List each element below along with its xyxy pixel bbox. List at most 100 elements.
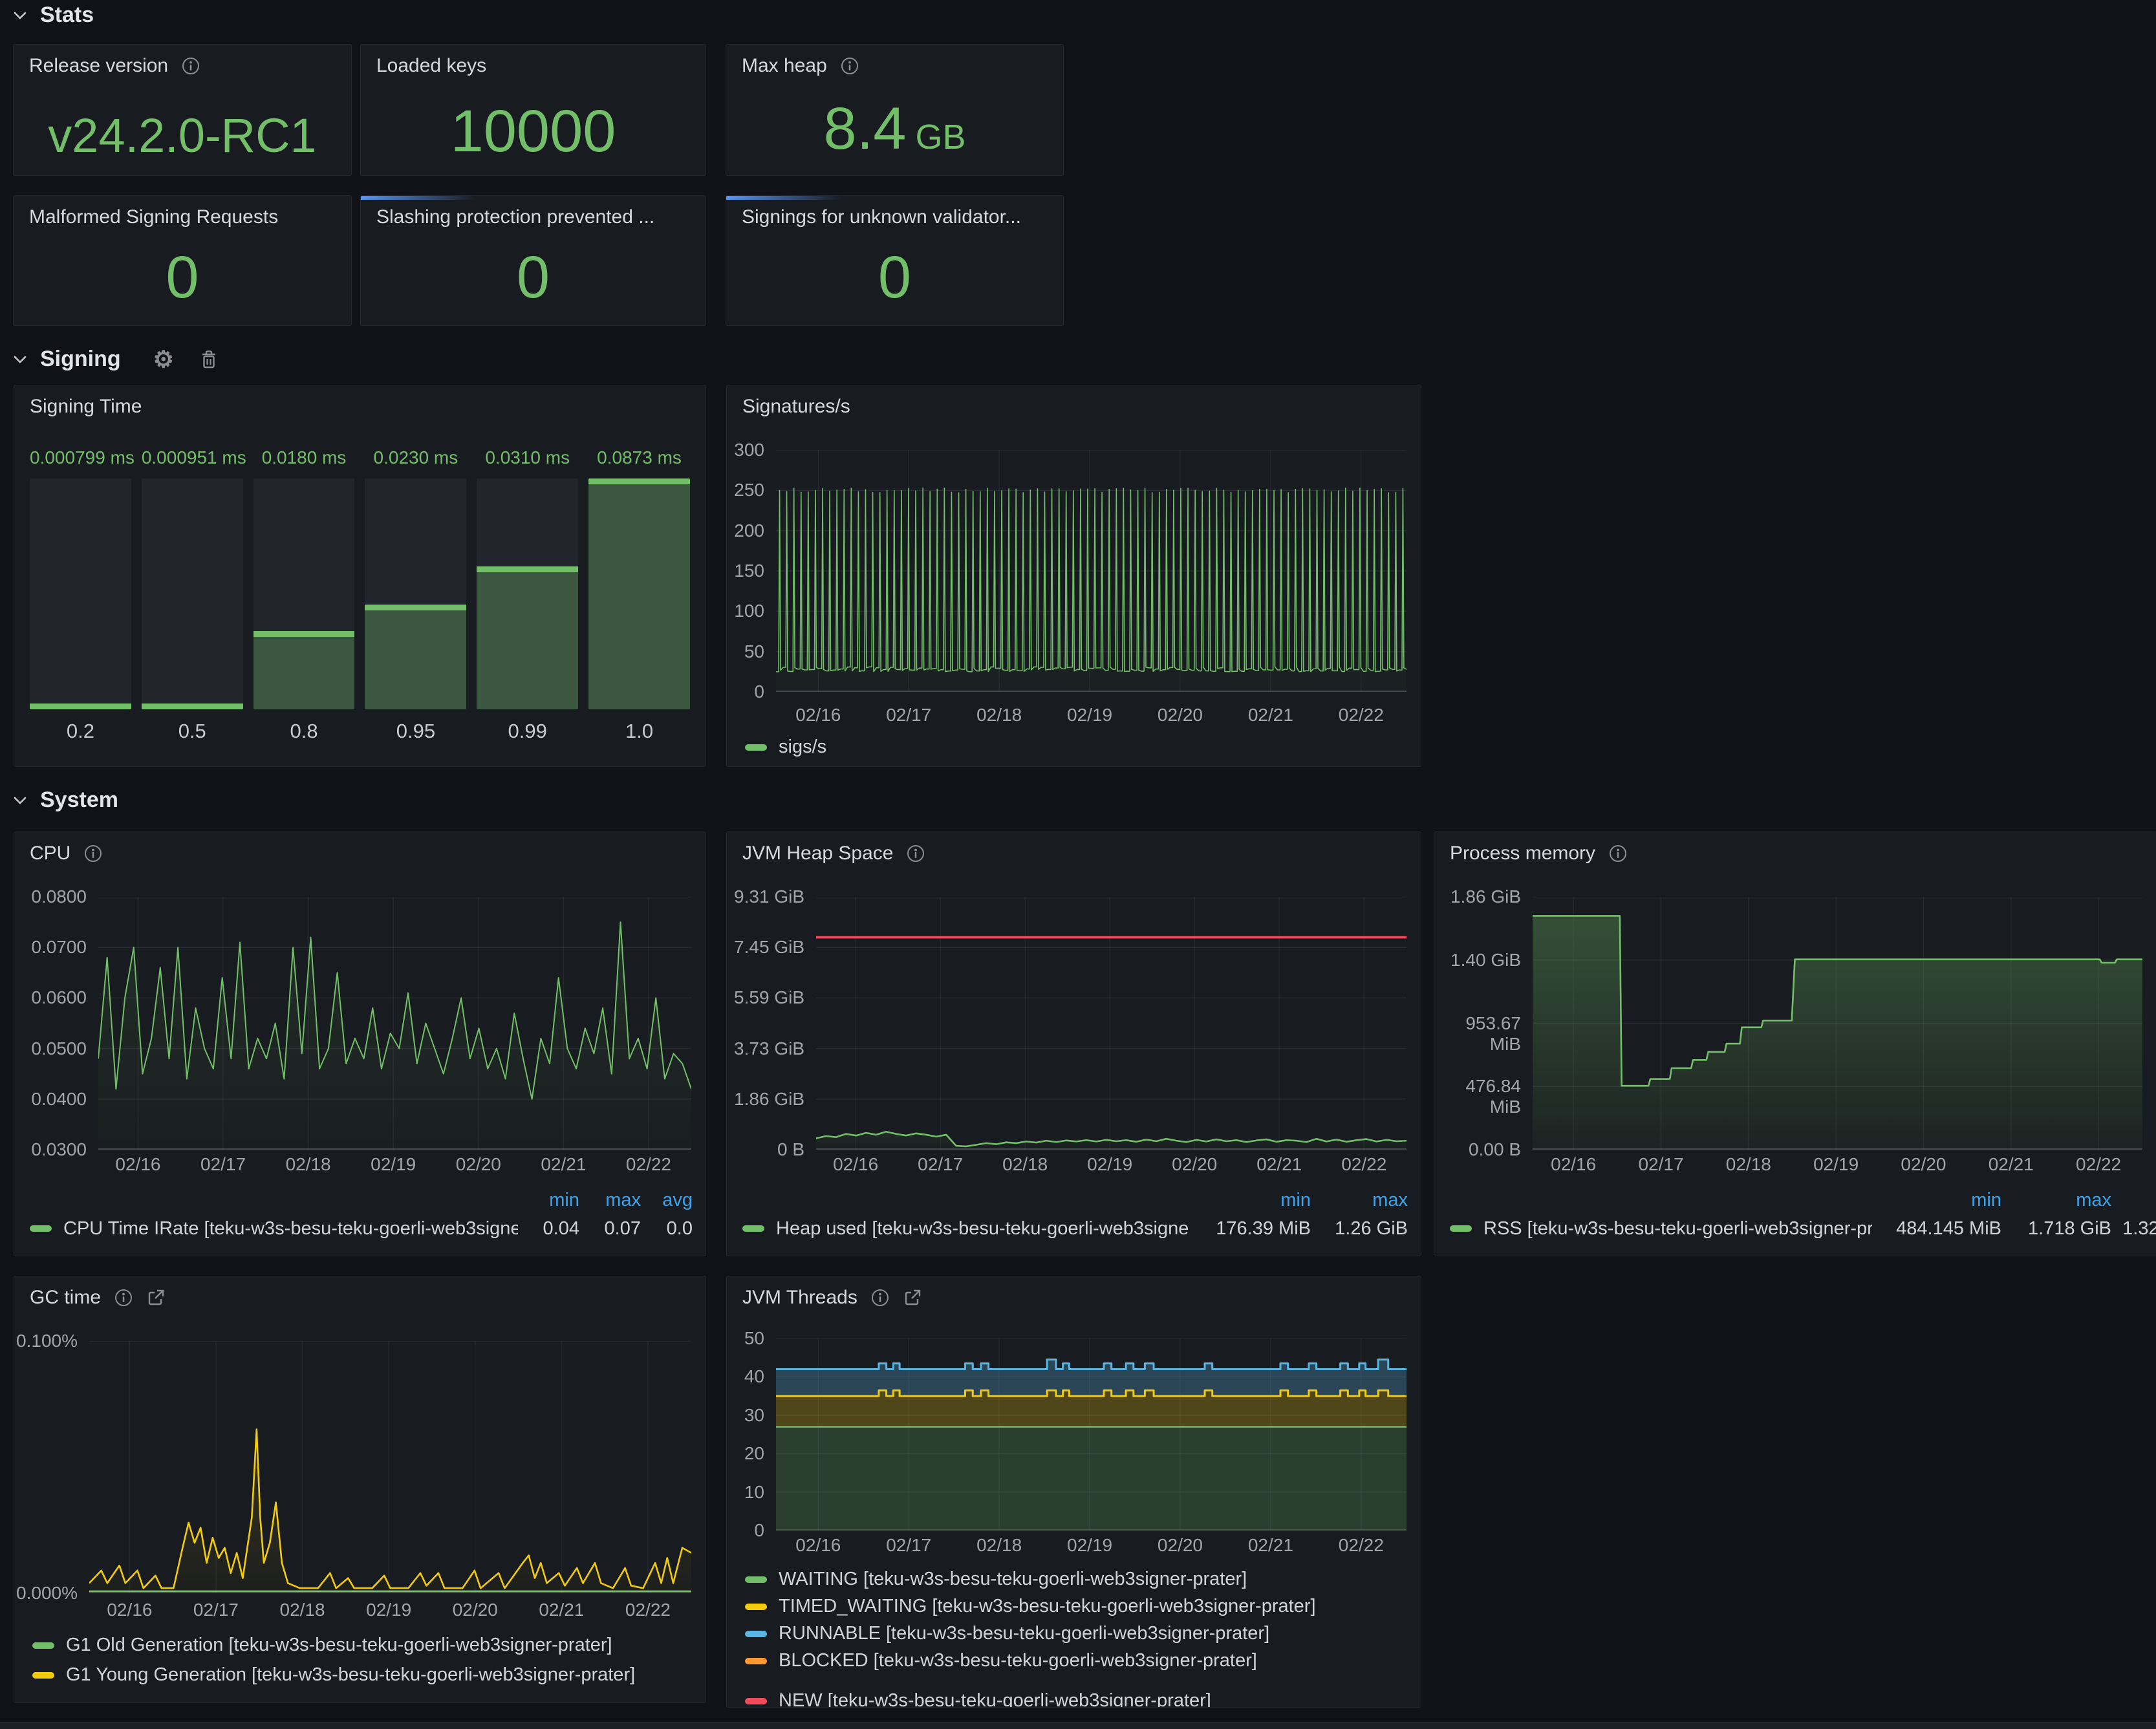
legend-stat-header[interactable]: max <box>579 1190 641 1211</box>
chart-panel-title: GC time <box>30 1287 101 1309</box>
external-link-icon[interactable] <box>146 1288 166 1307</box>
section-header-signing[interactable]: Signing ⚙ <box>13 347 218 372</box>
legend-series-label[interactable]: RUNNABLE [teku-w3s-besu-teku-goerli-web3… <box>779 1623 1269 1644</box>
legend-stat-header[interactable]: avg <box>2111 1190 2156 1211</box>
chart-panel-header[interactable]: Signatures/s <box>742 396 850 418</box>
legend-stat-header[interactable]: max <box>1311 1190 1408 1211</box>
info-icon[interactable] <box>840 56 859 76</box>
section-header-stats[interactable]: Stats <box>13 3 94 28</box>
legend-item[interactable]: RUNNABLE [teku-w3s-besu-teku-goerli-web3… <box>745 1623 1269 1644</box>
x-tick-label: 02/18 <box>263 1154 354 1175</box>
chart-panel-header[interactable]: CPU <box>30 843 103 865</box>
time-series-plot[interactable] <box>776 450 1407 692</box>
legend-series-label[interactable]: CPU Time IRate [teku-w3s-besu-teku-goerl… <box>63 1218 518 1240</box>
time-series-plot[interactable] <box>1533 897 2142 1150</box>
chart-panel-header[interactable]: Signing Time <box>30 396 142 418</box>
bar-gauge-column: 0.0310 ms0.99 <box>477 447 578 755</box>
legend-series-label[interactable]: sigs/s <box>779 736 826 758</box>
legend-series-color[interactable] <box>745 1576 767 1583</box>
legend-stat-header[interactable]: avg <box>641 1190 693 1211</box>
info-icon[interactable] <box>83 844 103 863</box>
legend-series-color[interactable] <box>745 744 767 751</box>
y-tick-label: 50 <box>727 641 764 662</box>
info-icon[interactable] <box>870 1288 890 1307</box>
legend-item[interactable]: BLOCKED [teku-w3s-besu-teku-goerli-web3s… <box>745 1650 1257 1671</box>
x-tick-label: 02/18 <box>1703 1154 1794 1175</box>
chart-panel-header[interactable]: JVM Threads <box>742 1287 922 1309</box>
chart-panel-signatures: Signatures/s30025020015010050002/1602/17… <box>726 385 1421 767</box>
bar-fill <box>588 478 690 709</box>
legend-series-color[interactable] <box>745 1658 767 1664</box>
legend-series-color[interactable] <box>745 1698 767 1704</box>
legend-series[interactable]: RSS [teku-w3s-besu-teku-goerli-web3signe… <box>1450 1218 1872 1240</box>
legend-series-label[interactable]: G1 Old Generation [teku-w3s-besu-teku-go… <box>66 1635 612 1656</box>
info-icon[interactable] <box>181 56 200 76</box>
stat-panel-header[interactable]: Max heap <box>742 55 859 77</box>
section-label: System <box>40 788 118 813</box>
legend-series-label[interactable]: Heap used [teku-w3s-besu-teku-goerli-web… <box>776 1218 1188 1240</box>
legend-stat-header[interactable]: max <box>2001 1190 2111 1211</box>
legend-series-label[interactable]: NEW [teku-w3s-besu-teku-goerli-web3signe… <box>779 1690 1211 1708</box>
legend-series[interactable]: Heap used [teku-w3s-besu-teku-goerli-web… <box>742 1218 1188 1240</box>
legend-series-color[interactable] <box>1450 1225 1472 1232</box>
legend-series-label[interactable]: RSS [teku-w3s-besu-teku-goerli-web3signe… <box>1483 1218 1872 1240</box>
legend-item[interactable]: WAITING [teku-w3s-besu-teku-goerli-web3s… <box>745 1569 1247 1590</box>
legend-series-label[interactable]: BLOCKED [teku-w3s-besu-teku-goerli-web3s… <box>779 1650 1257 1671</box>
bar-value-label: 0.0180 ms <box>253 447 355 473</box>
legend-series-label[interactable]: G1 Young Generation [teku-w3s-besu-teku-… <box>66 1664 635 1686</box>
legend-stat-header[interactable]: min <box>1872 1190 2001 1211</box>
legend-stat-header[interactable]: min <box>518 1190 579 1211</box>
legend-item[interactable]: G1 Old Generation [teku-w3s-besu-teku-go… <box>32 1635 612 1656</box>
external-link-icon[interactable] <box>903 1288 922 1307</box>
bar-category-label: 0.2 <box>30 709 131 755</box>
chart-panel-header[interactable]: JVM Heap Space <box>742 843 925 865</box>
gear-icon[interactable]: ⚙ <box>153 348 174 371</box>
legend-item[interactable]: TIMED_WAITING [teku-w3s-besu-teku-goerli… <box>745 1596 1316 1617</box>
legend-series[interactable]: CPU Time IRate [teku-w3s-besu-teku-goerl… <box>30 1218 518 1240</box>
stat-panel-header[interactable]: Signings for unknown validator... <box>742 206 1021 228</box>
info-icon[interactable] <box>114 1288 133 1307</box>
legend-series-color[interactable] <box>745 1631 767 1637</box>
legend-stat-header[interactable]: min <box>1188 1190 1311 1211</box>
stat-panel-header[interactable]: Loaded keys <box>376 55 486 77</box>
legend-series-label[interactable]: TIMED_WAITING [teku-w3s-besu-teku-goerli… <box>779 1596 1316 1617</box>
x-tick-label: 02/18 <box>954 1535 1044 1556</box>
stat-panel-title: Malformed Signing Requests <box>29 206 278 228</box>
legend-series-color[interactable] <box>745 1604 767 1610</box>
time-series-plot[interactable] <box>89 1341 691 1593</box>
legend-series-color[interactable] <box>32 1672 54 1679</box>
info-icon[interactable] <box>906 844 925 863</box>
stat-panel-header[interactable]: Malformed Signing Requests <box>29 206 278 228</box>
bar-track <box>253 478 355 709</box>
stat-panel-header[interactable]: Release version <box>29 55 200 77</box>
legend-stat-value: 0.04 <box>518 1218 579 1240</box>
bar-value-label: 0.0310 ms <box>477 447 578 473</box>
section-label: Stats <box>40 3 94 28</box>
legend-item[interactable]: G1 Young Generation [teku-w3s-besu-teku-… <box>32 1664 635 1686</box>
y-tick-label: 200 <box>727 521 764 541</box>
legend-item[interactable]: NEW [teku-w3s-besu-teku-goerli-web3signe… <box>745 1690 1211 1708</box>
legend-table-header: minmaxavg <box>30 1187 693 1214</box>
time-series-plot[interactable] <box>816 897 1407 1150</box>
time-series-plot[interactable] <box>776 1338 1407 1530</box>
legend-series-color[interactable] <box>742 1225 764 1232</box>
x-tick-label: 02/19 <box>1044 1535 1135 1556</box>
legend-series-label[interactable]: WAITING [teku-w3s-besu-teku-goerli-web3s… <box>779 1569 1247 1590</box>
legend-item[interactable]: sigs/s <box>745 736 826 758</box>
chart-panel-header[interactable]: GC time <box>30 1287 166 1309</box>
time-series-plot[interactable] <box>98 897 691 1150</box>
trash-icon[interactable] <box>200 349 218 370</box>
bar-gauge[interactable]: 0.000799 ms0.20.000951 ms0.50.0180 ms0.8… <box>30 447 690 755</box>
section-header-system[interactable]: System <box>13 788 118 813</box>
chart-panel-header[interactable]: Process memory <box>1450 843 1628 865</box>
stat-panel-header[interactable]: Slashing protection prevented ... <box>376 206 654 228</box>
bar-category-label: 0.5 <box>142 709 243 755</box>
grafana-dashboard: Stats Signing ⚙ System Release versionv2… <box>0 0 2156 1729</box>
bar-value-label: 0.0230 ms <box>365 447 466 473</box>
legend-series-color[interactable] <box>30 1225 52 1232</box>
legend-series-color[interactable] <box>32 1642 54 1649</box>
info-icon[interactable] <box>1608 844 1628 863</box>
y-tick-label: 0 <box>727 1520 764 1541</box>
stat-panel-title: Release version <box>29 55 168 77</box>
legend-stat-value: 484.145 MiB <box>1872 1218 2001 1240</box>
